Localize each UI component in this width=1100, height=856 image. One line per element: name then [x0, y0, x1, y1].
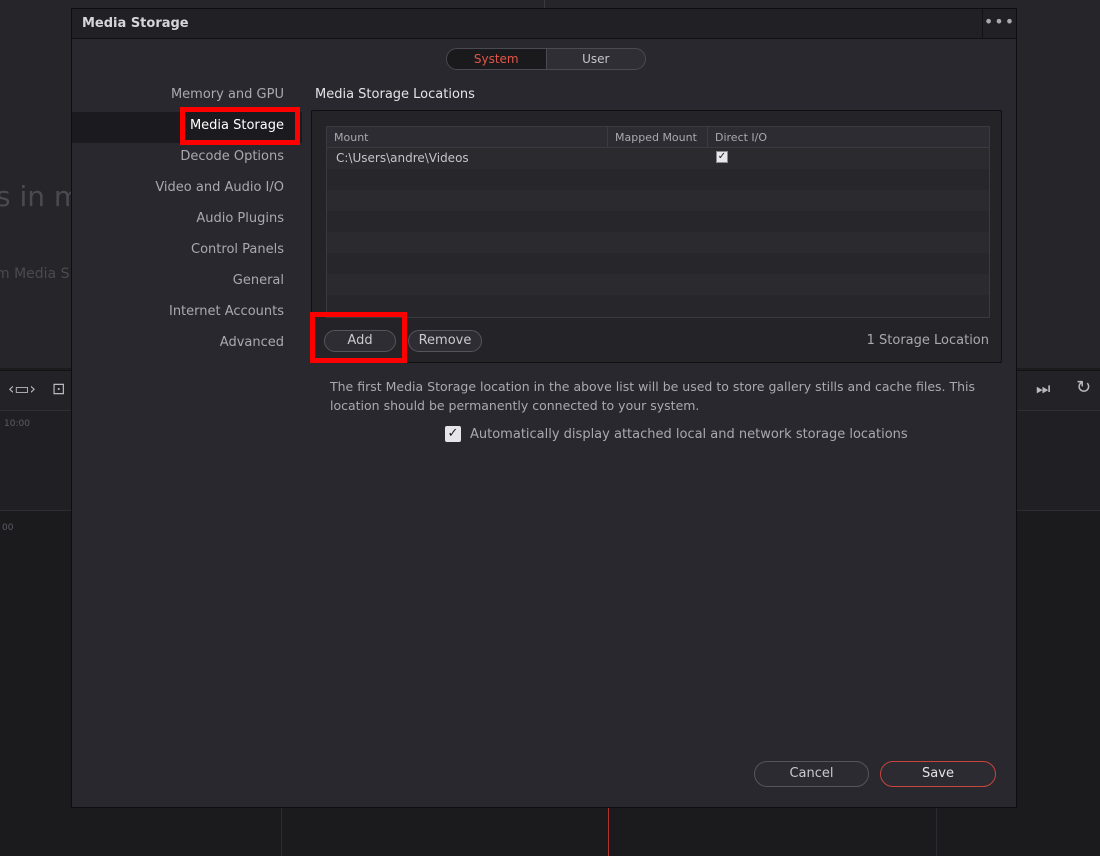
ruler-timecode: 10:00 [4, 419, 30, 429]
table-body: C:\Users\andre\Videos ✓ [327, 148, 989, 316]
skip-forward-icon[interactable]: ⏭ [1036, 379, 1050, 399]
track-divider [936, 808, 937, 856]
track-divider [281, 808, 282, 856]
mount-cell: C:\Users\andre\Videos [336, 151, 469, 165]
cancel-button[interactable]: Cancel [754, 761, 869, 787]
playhead[interactable] [608, 808, 609, 856]
media-storage-dialog: Media Storage ••• System User Memory and… [71, 8, 1017, 808]
storage-count: 1 Storage Location [866, 333, 989, 348]
direct-io-cell: ✓ [709, 148, 989, 169]
panel-divider [544, 0, 545, 8]
highlight-box-media-storage [180, 107, 300, 145]
loop-icon[interactable]: ↻ [1076, 377, 1091, 398]
table-row-empty [327, 253, 989, 274]
system-user-toggle: System User [446, 48, 646, 70]
auto-display-label[interactable]: Automatically display attached local and… [470, 427, 908, 442]
timeline-view-icon[interactable]: ‹▭› [8, 379, 36, 398]
table-row-empty [327, 232, 989, 253]
table-row-empty [327, 274, 989, 295]
storage-note: The first Media Storage location in the … [330, 379, 976, 413]
sidebar-item-audio-plugins[interactable]: Audio Plugins [72, 205, 302, 236]
sidebar-item-video-audio-io[interactable]: Video and Audio I/O [72, 174, 302, 205]
tab-user[interactable]: User [547, 49, 646, 69]
table-row-empty [327, 190, 989, 211]
sidebar-item-decode-options[interactable]: Decode Options [72, 143, 302, 174]
table-row-empty [327, 295, 989, 316]
sidebar-item-advanced[interactable]: Advanced [72, 329, 302, 360]
highlight-box-add [310, 312, 407, 363]
background-heading: s in m [0, 180, 82, 213]
ellipsis-icon[interactable]: ••• [982, 9, 1016, 39]
dialog-titlebar: Media Storage ••• [72, 9, 1016, 39]
tab-system[interactable]: System [447, 49, 546, 69]
column-header-mapped-mount[interactable]: Mapped Mount [608, 127, 708, 147]
direct-io-checkbox[interactable]: ✓ [716, 151, 728, 163]
storage-table: Mount Mapped Mount Direct I/O C:\Users\a… [326, 126, 990, 318]
sidebar-item-control-panels[interactable]: Control Panels [72, 236, 302, 267]
background-subtext: m Media S [0, 266, 70, 282]
column-header-mount[interactable]: Mount [327, 127, 608, 147]
track-options-icon[interactable]: ⊡ [52, 379, 65, 398]
save-button[interactable]: Save [880, 761, 996, 787]
section-title: Media Storage Locations [315, 87, 475, 102]
column-header-direct-io[interactable]: Direct I/O [708, 127, 989, 147]
mapped-mount-cell [609, 148, 709, 169]
sidebar-item-general[interactable]: General [72, 267, 302, 298]
storage-locations-group: Mount Mapped Mount Direct I/O C:\Users\a… [311, 110, 1002, 363]
dialog-title: Media Storage [82, 16, 189, 31]
table-row[interactable]: C:\Users\andre\Videos ✓ [327, 148, 989, 169]
sidebar-item-internet-accounts[interactable]: Internet Accounts [72, 298, 302, 329]
auto-display-checkbox[interactable]: ✓ [445, 426, 461, 442]
remove-button[interactable]: Remove [408, 330, 482, 352]
table-row-empty [327, 169, 989, 190]
table-header: Mount Mapped Mount Direct I/O [327, 127, 989, 148]
ruler-timecode: 00 [2, 523, 14, 533]
table-row-empty [327, 211, 989, 232]
auto-display-option: ✓ Automatically display attached local a… [445, 426, 908, 442]
